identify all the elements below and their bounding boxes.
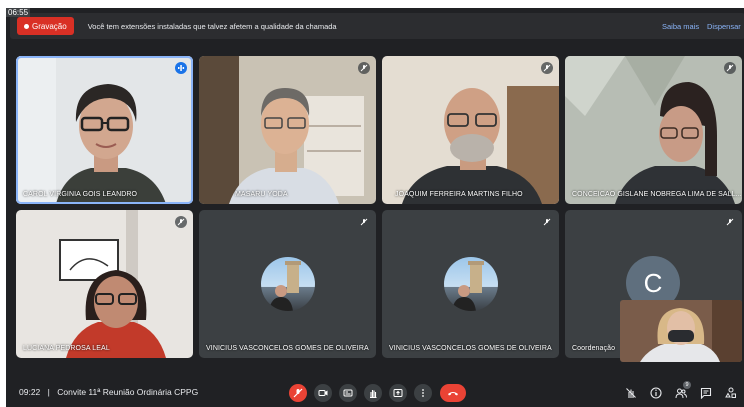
mic-off-icon <box>358 62 370 74</box>
profile-avatar <box>443 257 498 311</box>
participant-tile-luciana[interactable]: LUCIANA PEDROSA LEAL <box>16 210 193 358</box>
banner-message: Você tem extensões instaladas que talvez… <box>87 21 337 31</box>
participant-tile-vinicius-1[interactable]: VINICIUS VASCONCELOS GOMES DE OLIVEIRA <box>199 210 376 358</box>
meet-window: Gravação Você tem extensões instaladas q… <box>6 8 744 407</box>
meeting-details-button[interactable] <box>649 386 663 400</box>
mic-toggle-button[interactable] <box>289 384 307 402</box>
speaking-indicator-icon <box>175 62 187 74</box>
raise-hand-icon <box>370 390 377 398</box>
participant-tile-masaru[interactable]: MASARU YODA <box>199 56 376 204</box>
raise-hand-button[interactable] <box>364 384 382 402</box>
activities-icon <box>725 387 736 398</box>
participant-name: VINICIUS VASCONCELOS GOMES DE OLIVEIRA <box>389 345 552 352</box>
dismiss-link[interactable]: Dispensar <box>707 22 741 31</box>
present-icon <box>393 389 403 397</box>
camera-toggle-button[interactable] <box>314 384 332 402</box>
participant-name: Coordenação <box>572 345 616 352</box>
participant-tile-carol[interactable]: CAROL VIRGINIA GOIS LEANDRO <box>16 56 193 204</box>
participant-tile-conceicao[interactable]: CONCEICAO GISLANE NOBREGA LIMA DE SALL..… <box>565 56 742 204</box>
self-view-video <box>620 300 742 362</box>
mic-off-icon <box>358 216 370 228</box>
participant-video <box>565 56 742 204</box>
participant-tile-vinicius-2[interactable]: VINICIUS VASCONCELOS GOMES DE OLIVEIRA <box>382 210 559 358</box>
meeting-title: Convite 11ª Reunião Ordinária CPPG <box>57 387 199 397</box>
info-icon <box>650 387 662 399</box>
participant-name: JOAQUIM FERREIRA MARTINS FILHO <box>395 191 523 198</box>
participant-video <box>382 56 559 204</box>
chat-button[interactable] <box>699 386 713 400</box>
learn-more-link[interactable]: Saiba mais <box>662 22 699 31</box>
participant-video <box>199 56 376 204</box>
screen-frame: Gravação Você tem extensões instaladas q… <box>0 0 744 407</box>
people-count-badge: 9 <box>683 381 691 389</box>
participant-name: VINICIUS VASCONCELOS GOMES DE OLIVEIRA <box>206 345 369 352</box>
end-call-button[interactable] <box>440 384 466 402</box>
chat-icon <box>700 387 712 399</box>
activities-button[interactable] <box>724 386 738 400</box>
extensions-banner: Gravação Você tem extensões instaladas q… <box>10 13 744 39</box>
captions-button[interactable] <box>339 384 357 402</box>
more-options-button[interactable] <box>414 384 432 402</box>
camera-icon <box>318 390 328 396</box>
meeting-time: 09:22 <box>19 387 41 397</box>
participant-video <box>16 56 193 204</box>
captions-icon <box>343 389 353 397</box>
participant-name: CONCEICAO GISLANE NOBREGA LIMA DE SALL..… <box>572 191 742 198</box>
mic-off-icon <box>175 216 187 228</box>
clock-overlay: 06:55 <box>6 8 31 17</box>
hand-off-icon <box>626 388 636 398</box>
mic-off-icon <box>724 216 736 228</box>
more-options-icon <box>422 389 424 397</box>
self-view-tile[interactable] <box>620 300 742 362</box>
meeting-info-separator: | <box>47 387 50 397</box>
recording-button[interactable]: Gravação <box>17 17 74 35</box>
meeting-info: 09:22 | Convite 11ª Reunião Ordinária CP… <box>19 387 198 397</box>
record-dot-icon <box>24 23 29 29</box>
participant-name: CAROL VIRGINIA GOIS LEANDRO <box>23 191 138 198</box>
recording-label: Gravação <box>32 21 67 31</box>
present-button[interactable] <box>389 384 407 402</box>
bottom-toolbar: 09:22 | Convite 11ª Reunião Ordinária CP… <box>6 377 744 407</box>
mic-off-icon <box>724 62 736 74</box>
mic-off-icon <box>541 216 553 228</box>
hand-off-button[interactable] <box>624 386 638 400</box>
mic-off-icon <box>541 62 553 74</box>
participant-tile-joaquim[interactable]: JOAQUIM FERREIRA MARTINS FILHO <box>382 56 559 204</box>
participant-name: MASARU YODA <box>235 191 288 198</box>
participant-name: LUCIANA PEDROSA LEAL <box>23 345 110 352</box>
mic-off-icon <box>293 388 303 398</box>
end-call-icon <box>448 392 458 396</box>
people-button[interactable]: 9 <box>674 381 691 400</box>
participant-video <box>16 210 193 358</box>
profile-avatar <box>260 257 315 311</box>
